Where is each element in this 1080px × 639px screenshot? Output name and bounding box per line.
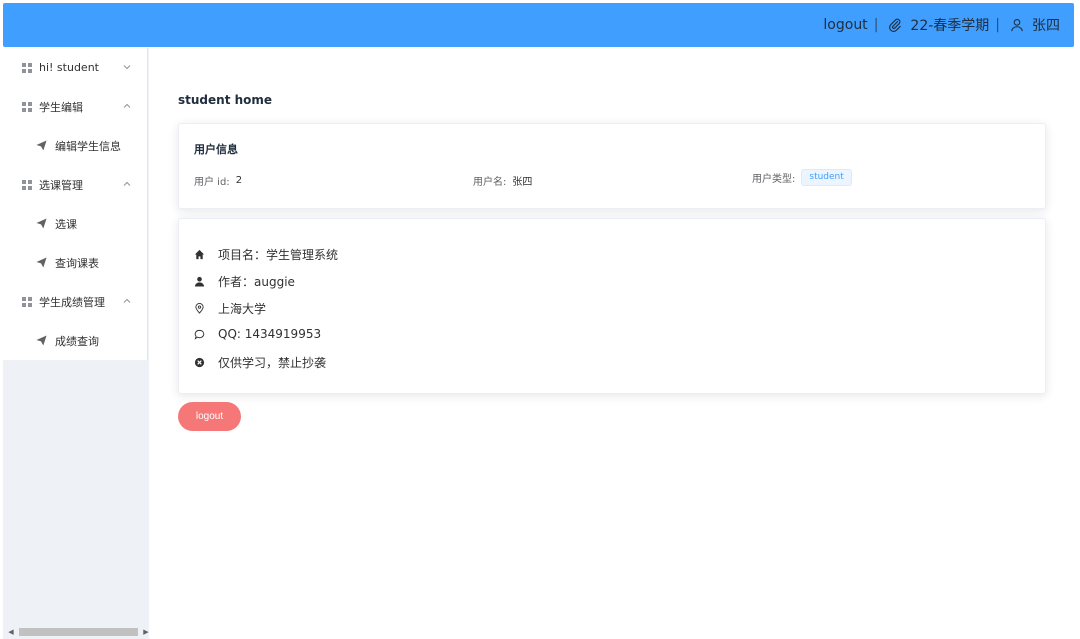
sidebar-subitem-label: 选课 <box>55 217 77 231</box>
circle-close-icon <box>194 357 205 368</box>
paper-plane-icon <box>36 335 47 346</box>
user-solid-icon <box>194 276 205 287</box>
qq-number: QQ: 1434919953 <box>218 327 322 341</box>
project-name: 项目名：学生管理系统 <box>218 248 339 262</box>
user-id-label: 用户 id: <box>194 177 230 188</box>
chevron-up-icon <box>123 181 131 186</box>
paper-plane-icon <box>36 218 47 229</box>
semester-label: 22-春季学期 <box>910 18 990 34</box>
sidebar-subitem-grade-query[interactable]: 成绩查询 <box>3 321 147 360</box>
paperclip-icon <box>888 18 902 32</box>
chevron-up-icon <box>123 298 131 303</box>
user-id-field: 用户 id: 2 <box>194 173 242 188</box>
user-id-value: 2 <box>235 175 243 186</box>
sidebar-item-label: hi! student <box>39 61 99 74</box>
user-type-tag: student <box>801 169 852 186</box>
qq-line: QQ: 1434919953 <box>194 327 321 341</box>
author-line: 作者：auggie <box>194 273 295 290</box>
sidebar-menu: hi! student 学生编辑 编辑学生信息 选课管理 选课 查询课表 学生成… <box>3 48 148 360</box>
sidebar-horizontal-scrollbar[interactable]: ◀ ▶ <box>7 627 150 637</box>
notice-text: 仅供学习，禁止抄袭 <box>218 356 327 370</box>
paper-plane-icon <box>36 140 47 151</box>
sidebar-subitem-select-course[interactable]: 选课 <box>3 204 147 243</box>
sidebar-subitem-label: 查询课表 <box>55 256 99 270</box>
user-icon <box>1010 18 1024 32</box>
scrollbar-thumb[interactable] <box>19 628 138 636</box>
grid-icon <box>22 101 32 112</box>
paper-plane-icon <box>36 257 47 268</box>
chevron-down-icon <box>123 65 131 70</box>
username-value: 张四 <box>512 177 533 188</box>
location-text: 上海大学 <box>218 302 267 316</box>
sidebar-item-course-management[interactable]: 选课管理 <box>3 165 147 204</box>
location-line: 上海大学 <box>194 300 266 317</box>
scroll-left-arrow-icon[interactable]: ◀ <box>7 628 15 636</box>
sidebar-subitem-query-schedule[interactable]: 查询课表 <box>3 243 147 282</box>
header-separator: | <box>873 17 879 33</box>
header-user-area: logout | 22-春季学期 | 张四 <box>823 3 1060 47</box>
about-card: 项目名：学生管理系统 作者：auggie 上海大学 QQ: 1434919953… <box>178 218 1046 394</box>
grid-icon <box>22 62 32 73</box>
sidebar-item-label: 学生成绩管理 <box>39 295 105 309</box>
sidebar-item-label: 选课管理 <box>39 178 83 192</box>
sidebar-subitem-edit-student-info[interactable]: 编辑学生信息 <box>3 126 147 165</box>
grid-icon <box>22 179 32 190</box>
sidebar-subitem-label: 编辑学生信息 <box>55 139 121 153</box>
user-info-card: 用户信息 用户 id: 2 用户名: 张四 用户类型: student <box>178 123 1046 209</box>
notice-line: 仅供学习，禁止抄袭 <box>194 354 326 371</box>
sidebar-item-student-edit[interactable]: 学生编辑 <box>3 87 147 126</box>
project-line: 项目名：学生管理系统 <box>194 246 338 263</box>
user-info-title: 用户信息 <box>194 143 238 156</box>
sidebar-item-hi-student[interactable]: hi! student <box>3 48 147 87</box>
logout-button[interactable]: logout <box>178 402 241 431</box>
page-title: student home <box>178 93 273 107</box>
user-type-field: 用户类型: student <box>752 169 852 186</box>
location-pin-icon <box>194 303 205 314</box>
scroll-right-arrow-icon[interactable]: ▶ <box>142 628 150 636</box>
user-type-label: 用户类型: <box>752 174 796 185</box>
header-username[interactable]: 张四 <box>1032 15 1060 35</box>
top-header: logout | 22-春季学期 | 张四 <box>3 3 1074 47</box>
header-logout-link[interactable]: logout <box>823 17 867 33</box>
header-separator: | <box>995 17 1000 33</box>
chevron-up-icon <box>123 103 131 108</box>
username-field: 用户名: 张四 <box>473 173 532 188</box>
sidebar-item-label: 学生编辑 <box>39 100 83 114</box>
chat-bubble-icon <box>194 329 205 340</box>
sidebar-subitem-label: 成绩查询 <box>55 334 99 348</box>
sidebar: hi! student 学生编辑 编辑学生信息 选课管理 选课 查询课表 学生成… <box>3 48 149 639</box>
grid-icon <box>22 296 32 307</box>
sidebar-item-grade-management[interactable]: 学生成绩管理 <box>3 282 147 321</box>
author-name: 作者：auggie <box>218 275 295 289</box>
username-label: 用户名: <box>473 177 507 188</box>
home-icon <box>194 249 205 260</box>
